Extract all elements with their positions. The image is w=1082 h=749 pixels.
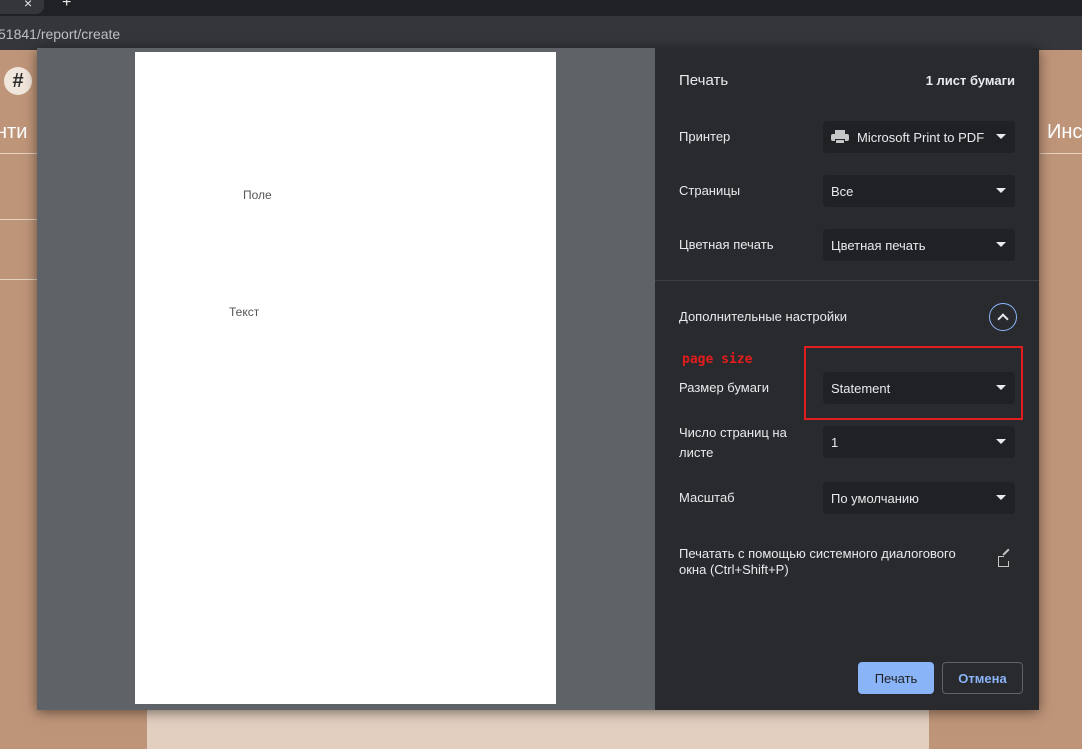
print-preview: Поле Текст xyxy=(37,48,655,710)
printer-icon xyxy=(831,130,849,144)
scale-select[interactable]: По умолчанию xyxy=(823,482,1015,514)
dropdown-arrow-icon xyxy=(996,495,1006,500)
background-heading-right: Инс xyxy=(1047,121,1082,143)
pages-per-sheet-select[interactable]: 1 xyxy=(823,426,1015,458)
preview-body-text: Текст xyxy=(229,305,260,319)
print-button[interactable]: Печать xyxy=(858,662,934,694)
tab-strip: × + xyxy=(0,0,1082,16)
paper-size-label: Размер бумаги xyxy=(679,380,769,395)
pages-label: Страницы xyxy=(679,183,741,198)
open-external-icon[interactable] xyxy=(998,554,1011,567)
preview-sheet: Поле Текст xyxy=(135,52,556,704)
background-content-area xyxy=(147,706,929,749)
paper-size-select[interactable]: Statement xyxy=(823,372,1015,404)
background-divider xyxy=(0,279,40,280)
new-tab-icon[interactable]: + xyxy=(62,0,71,11)
more-settings-toggle[interactable] xyxy=(989,303,1017,331)
panel-divider xyxy=(655,280,1039,281)
scale-value: По умолчанию xyxy=(831,490,919,506)
background-divider xyxy=(0,153,40,154)
panel-title: Печать xyxy=(679,72,729,89)
paper-size-value: Statement xyxy=(831,380,891,396)
scale-label: Масштаб xyxy=(679,490,735,505)
background-divider xyxy=(1040,153,1082,154)
pages-value: Все xyxy=(831,183,854,199)
background-divider xyxy=(0,219,40,220)
annotation-label: page size xyxy=(682,352,753,367)
dropdown-arrow-icon xyxy=(996,242,1006,247)
color-select[interactable]: Цветная печать xyxy=(823,229,1015,261)
pages-select[interactable]: Все xyxy=(823,175,1015,207)
printer-value: Microsoft Print to PDF xyxy=(857,129,985,145)
print-settings-panel: Печать 1 лист бумаги Принтер Microsoft P… xyxy=(655,48,1039,710)
dropdown-arrow-icon xyxy=(996,439,1006,444)
preview-field-text: Поле xyxy=(243,188,272,202)
address-bar[interactable]: 51841/report/create xyxy=(0,16,1082,50)
printer-select[interactable]: Microsoft Print to PDF xyxy=(823,121,1015,153)
print-dialog: Поле Текст Печать 1 лист бумаги Принтер … xyxy=(37,48,1039,710)
color-value: Цветная печать xyxy=(831,237,926,253)
more-settings-label[interactable]: Дополнительные настройки xyxy=(679,307,847,327)
hash-icon[interactable]: # xyxy=(4,67,32,95)
address-url[interactable]: 51841/report/create xyxy=(0,26,120,42)
sheet-count: 1 лист бумаги xyxy=(925,73,1015,88)
cancel-button[interactable]: Отмена xyxy=(942,662,1023,694)
color-label: Цветная печать xyxy=(679,237,774,252)
tab-close-icon[interactable]: × xyxy=(24,0,32,10)
dropdown-arrow-icon xyxy=(996,385,1006,390)
chevron-up-icon xyxy=(997,313,1009,325)
system-dialog-link[interactable]: Печатать с помощью системного диалоговог… xyxy=(679,546,979,578)
printer-label: Принтер xyxy=(679,129,731,144)
pages-per-sheet-label: Число страниц на листе xyxy=(679,425,787,460)
dropdown-arrow-icon xyxy=(996,188,1006,193)
background-heading-left: нти xyxy=(0,121,28,143)
browser-tab[interactable]: × xyxy=(0,0,44,14)
pages-per-sheet-value: 1 xyxy=(831,434,839,450)
dropdown-arrow-icon xyxy=(996,134,1006,139)
